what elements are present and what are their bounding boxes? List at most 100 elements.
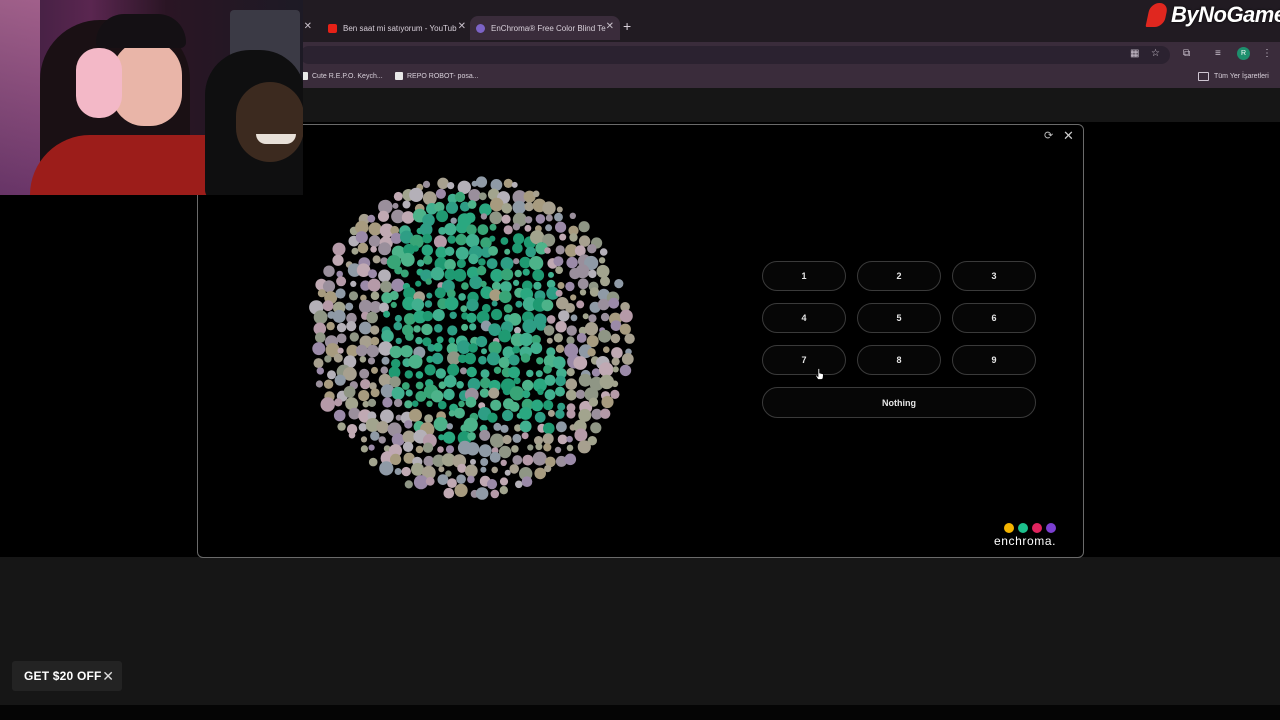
plate-dot [542,201,556,215]
bookmark-item[interactable]: REPO ROBOT- posa... [395,72,479,80]
plate-dot [404,370,413,379]
plate-dot [578,235,591,247]
tab-close-icon[interactable]: ✕ [304,21,312,32]
plate-dot [332,309,346,323]
plate-dot [367,214,376,223]
answer-button-3[interactable]: 3 [952,261,1036,291]
plate-dot [569,233,578,242]
plate-dot [424,414,433,423]
plate-dot [433,417,448,432]
plate-dot [355,231,368,244]
browser-menu-icon[interactable]: ⋮ [1262,48,1272,59]
tab-enchroma[interactable]: EnChroma® Free Color Blind Te ✕ [470,16,620,40]
answer-button-8[interactable]: 8 [857,345,941,375]
profile-avatar[interactable]: R [1237,47,1250,60]
plate-dot [437,446,444,453]
plate-dot [378,269,391,283]
bookmark-item[interactable]: Cute R.E.P.O. Keych... [300,72,383,80]
plate-dot [404,400,413,409]
plate-dot [445,246,455,256]
plate-dot [512,455,523,465]
answer-button-5[interactable]: 5 [857,303,941,333]
plate-dot [502,434,512,445]
bookmark-favicon-icon [395,72,403,80]
plate-dot [509,464,519,474]
plate-dot [413,325,421,333]
plate-dot [322,300,334,312]
plate-dot [480,213,488,220]
plate-dot [546,315,556,324]
close-icon[interactable]: ✕ [1063,128,1074,144]
plate-dot [422,180,431,188]
translate-icon[interactable]: ▦ [1130,48,1139,59]
plate-dot [544,389,556,401]
plate-dot [501,268,514,281]
plate-dot [316,367,324,375]
bookmark-star-icon[interactable]: ☆ [1151,48,1160,59]
plate-dot [503,304,513,313]
plate-dot [529,256,544,271]
plate-dot [486,479,498,490]
plate-dot [611,380,619,388]
plate-dot [435,368,446,379]
answer-button-4[interactable]: 4 [762,303,846,333]
answer-button-9[interactable]: 9 [952,345,1036,375]
plate-dot [360,436,368,443]
plate-dot [381,329,394,343]
plate-dot [467,432,476,441]
plate-dot [401,211,415,224]
plate-dot [479,388,490,398]
plate-dot [478,355,487,365]
close-icon[interactable]: ✕ [102,668,114,685]
address-bar[interactable] [300,46,1170,64]
plate-dot [464,464,478,478]
plate-dot [515,300,523,308]
new-tab-button[interactable]: + [623,18,631,34]
plate-dot [500,459,507,466]
answer-button-1[interactable]: 1 [762,261,846,291]
logo-wordmark: enchroma. [994,534,1057,548]
answer-button-6[interactable]: 6 [952,303,1036,333]
plate-dot [351,247,359,255]
all-bookmarks-folder[interactable]: Tüm Yer İşaretleri [1198,72,1269,81]
plate-dot [577,440,591,454]
plate-dot [570,294,577,301]
answer-button-7[interactable]: 7 [762,345,846,375]
answer-button-2[interactable]: 2 [857,261,941,291]
plate-dot [503,225,513,235]
nothing-button[interactable]: Nothing [762,387,1036,418]
tab-youtube[interactable]: Ben saat mi satıyorum - YouTub ✕ [322,16,472,40]
plate-dot [326,321,335,331]
plate-dot [324,355,332,363]
plate-dot [345,302,354,311]
plate-dot [380,366,389,374]
plate-dot [379,461,394,476]
promo-banner[interactable]: GET $20 OFF ✕ [12,661,122,691]
refresh-icon[interactable]: ⟳ [1044,129,1053,142]
promo-label: GET $20 OFF [24,669,102,683]
plate-dot [445,201,459,214]
extensions-icon[interactable]: ⧉ [1183,48,1190,59]
plate-dot [444,296,459,311]
plate-dot [553,333,563,343]
plate-dot [608,297,620,309]
guest-person [256,134,296,144]
plate-dot [601,395,614,409]
plate-dot [522,390,531,399]
plate-dot [454,407,465,419]
plate-dot [333,409,346,422]
plate-dot [486,352,501,366]
media-controls-icon[interactable]: ≡ [1215,48,1221,59]
plate-dot [394,468,402,475]
plate-dot [501,203,513,214]
plate-dot [566,368,575,377]
tab-close-icon[interactable]: ✕ [606,21,614,32]
tab-close-icon[interactable]: ✕ [458,21,466,32]
plate-dot [519,332,533,347]
plate-dot [512,200,526,215]
plate-dot [508,354,520,366]
plate-dot [327,370,336,380]
plate-dot [405,332,414,341]
plate-dot [335,288,346,299]
plate-dot [411,400,419,407]
